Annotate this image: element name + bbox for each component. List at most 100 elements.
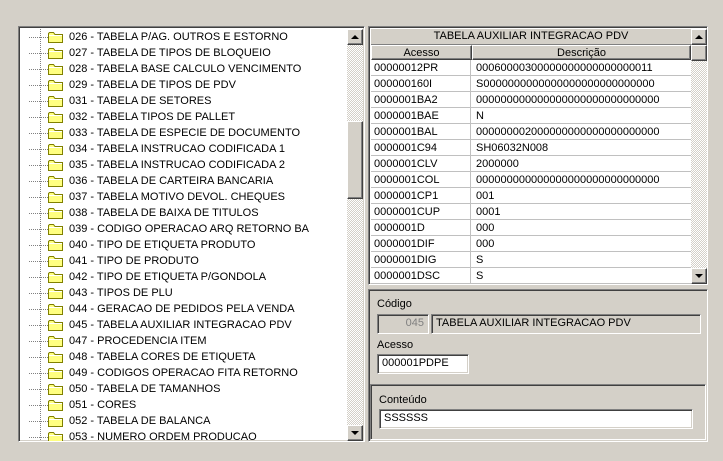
tree-list[interactable]: 026 - TABELA P/AG. OUTROS E ESTORNO 027 -… xyxy=(21,29,347,441)
acesso-label: Acesso xyxy=(377,339,414,351)
folder-icon xyxy=(48,304,63,315)
arrow-up-icon xyxy=(695,34,703,39)
cell-descricao: 00060000300000000000000000011 xyxy=(476,62,653,74)
tree-item[interactable]: 043 - TIPOS DE PLU xyxy=(21,285,347,301)
grid-row[interactable]: 0000001DIG S xyxy=(371,252,691,268)
tree-item[interactable]: 044 - GERACAO DE PEDIDOS PELA VENDA xyxy=(21,301,347,317)
tree-item[interactable]: 036 - TABELA DE CARTEIRA BANCARIA xyxy=(21,173,347,189)
tree-panel[interactable]: 026 - TABELA P/AG. OUTROS E ESTORNO 027 -… xyxy=(18,26,365,442)
codigo-field: 045 xyxy=(377,314,429,334)
codigo-label: Código xyxy=(377,298,412,310)
folder-icon xyxy=(48,208,63,219)
tree-item[interactable]: 039 - CODIGO OPERACAO ARQ RETORNO BA xyxy=(21,221,347,237)
grid-row[interactable]: 0000001BAL 000000002000000000000000000000 xyxy=(371,124,691,140)
tree-item[interactable]: 041 - TIPO DE PRODUTO xyxy=(21,253,347,269)
tree-item[interactable]: 038 - TABELA DE BAIXA DE TITULOS xyxy=(21,205,347,221)
cell-descricao: N xyxy=(476,110,484,122)
column-header-acesso[interactable]: Acesso xyxy=(371,45,472,60)
tree-item[interactable]: 028 - TABELA BASE CALCULO VENCIMENTO xyxy=(21,61,347,77)
tree-item-label: 034 - TABELA INSTRUCAO CODIFICADA 1 xyxy=(69,143,285,155)
grid-row[interactable]: 0000001DSC S xyxy=(371,268,691,284)
tree-item[interactable]: 047 - PROCEDENCIA ITEM xyxy=(21,333,347,349)
tree-item-label: 043 - TIPOS DE PLU xyxy=(69,287,173,299)
grid-row[interactable]: 0000001DIF 000 xyxy=(371,236,691,252)
cell-acesso: 0000001DSC xyxy=(371,268,471,284)
folder-icon xyxy=(48,32,63,43)
conteudo-label: Conteúdo xyxy=(379,394,427,406)
grid-title: TABELA AUXILIAR INTEGRACAO PDV xyxy=(371,29,691,45)
tree-item[interactable]: 031 - TABELA DE SETORES xyxy=(21,93,347,109)
tree-scrollbar[interactable] xyxy=(347,29,363,441)
cell-acesso: 00000012PR xyxy=(371,60,471,76)
tree-item-label: 031 - TABELA DE SETORES xyxy=(69,95,212,107)
folder-icon xyxy=(48,336,63,347)
grid-row[interactable]: 0000001CLV 2000000 xyxy=(371,156,691,172)
folder-icon xyxy=(48,80,63,91)
tree-item-label: 036 - TABELA DE CARTEIRA BANCARIA xyxy=(69,175,274,187)
tree-item[interactable]: 049 - CODIGOS OPERACAO FITA RETORNO xyxy=(21,365,347,381)
grid-row[interactable]: 0000001BAE N xyxy=(371,108,691,124)
grid-row[interactable]: 0000001CUP 0001 xyxy=(371,204,691,220)
tree-scroll-up-button[interactable] xyxy=(347,29,363,45)
tree-item-label: 042 - TIPO DE ETIQUETA P/GONDOLA xyxy=(69,271,267,283)
cell-descricao: 000000000000000000000000000000 xyxy=(476,174,660,186)
tree-item[interactable]: 026 - TABELA P/AG. OUTROS E ESTORNO xyxy=(21,29,347,45)
grid-row[interactable]: 000000160I S0000000000000000000000000000 xyxy=(371,76,691,92)
folder-icon xyxy=(48,48,63,59)
tree-item[interactable]: 052 - TABELA DE BALANCA xyxy=(21,413,347,429)
tree-item-label: 029 - TABELA DE TIPOS DE PDV xyxy=(69,79,236,91)
tree-item-label: 033 - TABELA DE ESPECIE DE DOCUMENTO xyxy=(69,127,301,139)
tree-scroll-down-button[interactable] xyxy=(347,425,363,441)
folder-icon xyxy=(48,176,63,187)
grid-row[interactable]: 0000001C94 SH06032N008 xyxy=(371,140,691,156)
tree-item-label: 040 - TIPO DE ETIQUETA PRODUTO xyxy=(69,239,256,251)
tree-item-label: 053 - NUMERO ORDEM PRODUCAO xyxy=(69,431,257,441)
tree-item-label: 051 - CORES xyxy=(69,399,137,411)
tree-item[interactable]: 048 - TABELA CORES DE ETIQUETA xyxy=(21,349,347,365)
folder-icon xyxy=(48,368,63,379)
tree-item-label: 048 - TABELA CORES DE ETIQUETA xyxy=(69,351,256,363)
tree-item[interactable]: 034 - TABELA INSTRUCAO CODIFICADA 1 xyxy=(21,141,347,157)
cell-acesso: 0000001BA2 xyxy=(371,92,471,108)
tree-item-label: 027 - TABELA DE TIPOS DE BLOQUEIO xyxy=(69,47,271,59)
tree-item[interactable]: 042 - TIPO DE ETIQUETA P/GONDOLA xyxy=(21,269,347,285)
codigo-description-field: TABELA AUXILIAR INTEGRACAO PDV xyxy=(431,314,701,334)
tree-item[interactable]: 029 - TABELA DE TIPOS DE PDV xyxy=(21,77,347,93)
tree-item-label: 026 - TABELA P/AG. OUTROS E ESTORNO xyxy=(69,31,288,43)
cell-acesso: 0000001CLV xyxy=(371,156,471,172)
grid-scroll-up-button[interactable] xyxy=(691,29,707,45)
cell-descricao: S xyxy=(476,270,484,282)
column-header-descricao[interactable]: Descrição xyxy=(472,45,691,60)
tree-item[interactable]: 040 - TIPO DE ETIQUETA PRODUTO xyxy=(21,237,347,253)
grid-row[interactable]: 00000012PR 00060000300000000000000000011 xyxy=(371,60,691,76)
grid-scroll-down-button[interactable] xyxy=(691,268,707,284)
tree-scroll-thumb[interactable] xyxy=(347,121,363,199)
tree-item[interactable]: 033 - TABELA DE ESPECIE DE DOCUMENTO xyxy=(21,125,347,141)
tree-item[interactable]: 027 - TABELA DE TIPOS DE BLOQUEIO xyxy=(21,45,347,61)
tree-item[interactable]: 045 - TABELA AUXILIAR INTEGRACAO PDV xyxy=(21,317,347,333)
grid-row[interactable]: 0000001BA2 000000000000000000000000000000 xyxy=(371,92,691,108)
grid-rows[interactable]: 00000012PR 00060000300000000000000000011 0… xyxy=(371,60,691,284)
grid-scrollbar[interactable] xyxy=(691,29,707,284)
arrow-down-icon xyxy=(351,430,359,435)
conteudo-group: Conteúdo SSSSSS xyxy=(370,384,706,440)
grid-row[interactable]: 0000001CP1 001 xyxy=(371,188,691,204)
grid-row[interactable]: 0000001D 000 xyxy=(371,220,691,236)
grid-scroll-thumb[interactable] xyxy=(691,45,707,61)
cell-descricao: 2000000 xyxy=(476,158,519,170)
folder-icon xyxy=(48,224,63,235)
conteudo-input[interactable]: SSSSSS xyxy=(379,409,693,429)
folder-icon xyxy=(48,384,63,395)
acesso-input[interactable]: 000001PDPE xyxy=(377,354,469,374)
tree-item[interactable]: 037 - TABELA MOTIVO DEVOL. CHEQUES xyxy=(21,189,347,205)
data-grid[interactable]: TABELA AUXILIAR INTEGRACAO PDV Acesso De… xyxy=(368,26,708,285)
tree-item[interactable]: 053 - NUMERO ORDEM PRODUCAO xyxy=(21,429,347,441)
grid-row[interactable]: 0000001COL 000000000000000000000000000000 xyxy=(371,172,691,188)
tree-item[interactable]: 051 - CORES xyxy=(21,397,347,413)
tree-item[interactable]: 032 - TABELA TIPOS DE PALLET xyxy=(21,109,347,125)
tree-item-label: 037 - TABELA MOTIVO DEVOL. CHEQUES xyxy=(69,191,285,203)
folder-icon xyxy=(48,96,63,107)
tree-item[interactable]: 050 - TABELA DE TAMANHOS xyxy=(21,381,347,397)
tree-item[interactable]: 035 - TABELA INSTRUCAO CODIFICADA 2 xyxy=(21,157,347,173)
cell-acesso: 0000001BAE xyxy=(371,108,471,124)
